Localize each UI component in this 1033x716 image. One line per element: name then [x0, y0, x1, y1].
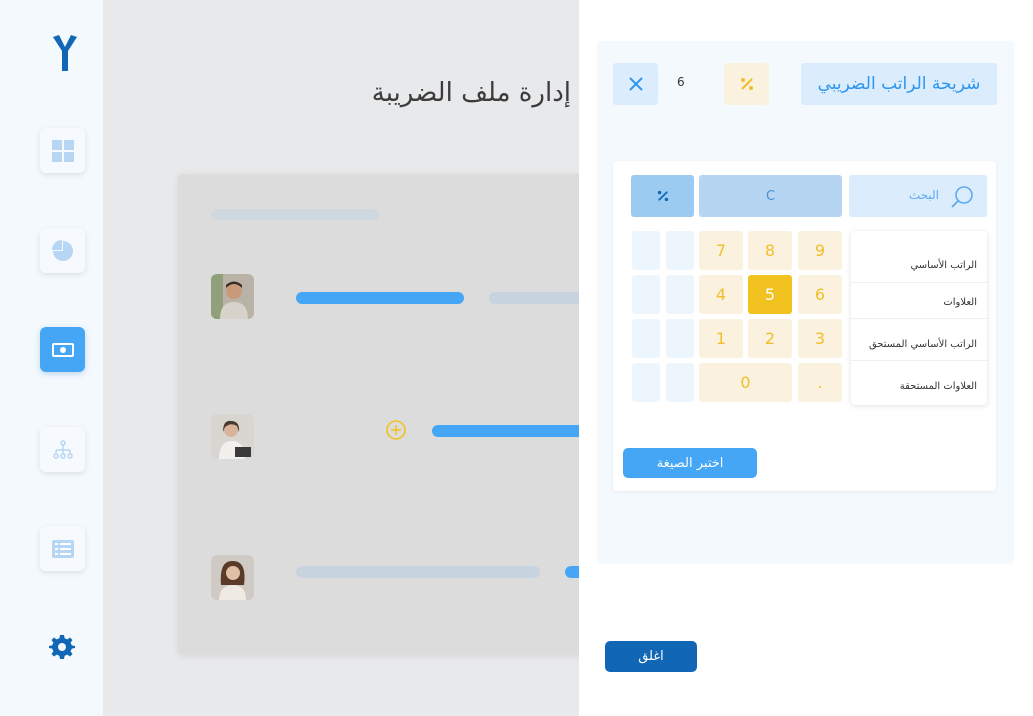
pie-chart-icon [51, 239, 73, 261]
sidebar-item-reports[interactable] [40, 228, 85, 273]
employee-list-card [178, 174, 579, 654]
skeleton-bar [296, 566, 540, 578]
page-title: إدارة ملف الضريبة [371, 78, 571, 108]
key-1[interactable]: 1 [699, 319, 743, 358]
calculator: البحث C 9 8 7 6 5 4 3 2 1 . 0 الراتب الأ… [613, 161, 996, 491]
skeleton-bar [296, 292, 464, 304]
search-input[interactable]: البحث [849, 175, 987, 217]
app-logo [53, 35, 77, 71]
money-icon [51, 342, 74, 357]
close-panel-button[interactable] [613, 63, 658, 105]
key-3[interactable]: 3 [798, 319, 842, 358]
list-item[interactable]: العلاوات المستحقة [900, 381, 977, 392]
sidebar-item-dashboard[interactable] [40, 128, 85, 173]
sidebar-item-organization[interactable] [40, 427, 85, 472]
skeleton-bar [432, 425, 579, 437]
percent-toggle[interactable] [724, 63, 769, 105]
formula-editor-card: شريحة الراتب الضريبي 6 البحث C 9 8 7 6 5… [597, 41, 1014, 564]
blank-key [666, 275, 694, 314]
close-icon [628, 77, 643, 91]
list-item[interactable]: الراتب الأساسي [910, 260, 977, 271]
org-chart-icon [52, 439, 73, 459]
avatar [211, 555, 254, 600]
skeleton-bar [565, 566, 579, 578]
avatar [211, 414, 254, 459]
skeleton-bar [211, 209, 379, 220]
divider [851, 282, 987, 283]
percent-icon [740, 78, 753, 90]
add-icon[interactable] [386, 420, 406, 440]
bracket-count: 6 [677, 75, 685, 89]
test-formula-button[interactable]: اختبر الصيغة [623, 448, 757, 478]
main-content: إدارة ملف الضريبة [103, 0, 579, 716]
close-button[interactable]: اغلق [605, 641, 697, 672]
key-4[interactable]: 4 [699, 275, 743, 314]
tax-bracket-panel: شريحة الراتب الضريبي 6 البحث C 9 8 7 6 5… [579, 0, 1033, 716]
key-0[interactable]: 0 [699, 363, 792, 402]
list-item[interactable]: العلاوات [943, 297, 977, 308]
gear-icon [49, 635, 75, 659]
fields-list: الراتب الأساسي العلاوات الراتب الأساسي ا… [851, 231, 987, 405]
key-6[interactable]: 6 [798, 275, 842, 314]
list-item[interactable]: الراتب الأساسي المستحق [869, 339, 977, 350]
panel-title: شريحة الراتب الضريبي [801, 63, 997, 105]
blank-key [666, 319, 694, 358]
sidebar-item-list[interactable] [40, 526, 85, 571]
key-9[interactable]: 9 [798, 231, 842, 270]
blank-key [632, 275, 660, 314]
blank-key [666, 231, 694, 270]
sidebar-item-payroll[interactable] [40, 327, 85, 372]
divider [851, 318, 987, 319]
divider [851, 360, 987, 361]
blank-key [632, 319, 660, 358]
skeleton-bar [489, 292, 579, 304]
blank-key [632, 363, 660, 402]
blank-key [666, 363, 694, 402]
search-placeholder: البحث [908, 188, 939, 202]
avatar [211, 274, 254, 319]
list-icon [51, 539, 74, 558]
clear-button[interactable]: C [699, 175, 842, 217]
key-8[interactable]: 8 [748, 231, 792, 270]
search-icon [951, 186, 973, 208]
percent-icon [657, 190, 668, 202]
key-decimal[interactable]: . [798, 363, 842, 402]
grid-icon [51, 139, 74, 162]
settings-button[interactable] [47, 632, 77, 662]
blank-key [632, 231, 660, 270]
sidebar [0, 0, 103, 716]
percent-button[interactable] [631, 175, 694, 217]
key-2[interactable]: 2 [748, 319, 792, 358]
key-7[interactable]: 7 [699, 231, 743, 270]
key-5[interactable]: 5 [748, 275, 792, 314]
